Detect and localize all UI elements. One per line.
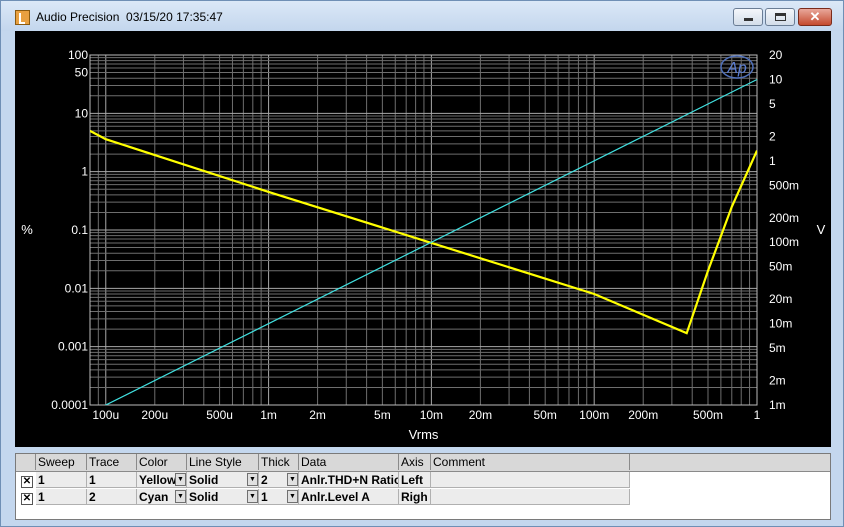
x-tick-label: 100m	[579, 408, 609, 422]
header-data[interactable]: Data	[299, 454, 399, 470]
y-right-tick-label: 10m	[769, 317, 792, 331]
trace-table[interactable]: Sweep Trace Color Line Style Thick Data …	[15, 453, 831, 520]
row2-data[interactable]: Anlr.Level A	[299, 489, 399, 505]
y-left-tick-label: 0.0001	[51, 398, 88, 412]
y-right-tick-label: 1m	[769, 398, 786, 412]
thick-dropdown-arrow-icon[interactable]: ▼	[287, 473, 298, 486]
x-tick-label: 50m	[534, 408, 557, 422]
row2-comment[interactable]	[431, 489, 630, 505]
minimize-icon	[744, 18, 753, 21]
header-axis[interactable]: Axis	[399, 454, 431, 470]
x-tick-label: 100u	[92, 408, 119, 422]
ap-logo-text: Ap	[726, 60, 747, 77]
y-right-tick-label: 500m	[769, 178, 799, 192]
row1-comment[interactable]	[431, 472, 630, 488]
y-left-tick-label: 100	[68, 48, 88, 62]
row1-axis[interactable]: Left	[399, 472, 431, 488]
y-right-tick-label: 10	[769, 72, 783, 86]
color-dropdown-arrow-icon[interactable]: ▼	[175, 490, 186, 503]
trace-2-enabled-checkbox[interactable]: ✕	[21, 493, 33, 505]
y-right-tick-label: 100m	[769, 235, 799, 249]
header-trace[interactable]: Trace	[87, 454, 137, 470]
row2-axis[interactable]: Righ	[399, 489, 431, 505]
x-tick-label: 200u	[141, 408, 168, 422]
close-button[interactable]: ✕	[798, 8, 832, 26]
header-sweep[interactable]: Sweep	[36, 454, 87, 470]
x-tick-label: 200m	[628, 408, 658, 422]
header-thick[interactable]: Thick	[259, 454, 299, 470]
y-left-tick-label: 50	[75, 66, 89, 80]
window-title: Audio Precision 03/15/20 17:35:47	[36, 10, 223, 24]
y-left-axis-title: %	[21, 222, 33, 237]
maximize-icon	[775, 13, 786, 21]
x-tick-label: 1m	[260, 408, 277, 422]
audio-precision-app-icon[interactable]	[15, 10, 30, 25]
close-icon: ✕	[809, 9, 821, 24]
header-comment[interactable]: Comment	[431, 454, 630, 470]
title-bar[interactable]: Audio Precision 03/15/20 17:35:47 ✕	[1, 1, 843, 31]
y-right-tick-label: 2m	[769, 374, 786, 388]
line-style-dropdown-arrow-icon[interactable]: ▼	[247, 473, 258, 486]
graph-panel[interactable]: 100u 200u 500u 1m 2m 5m 10m 20m 50m 100m 200m 500m 1…	[15, 31, 831, 447]
y-right-tick-label: 20	[769, 48, 783, 62]
y-right-tick-label: 5m	[769, 341, 786, 355]
x-tick-label: 5m	[374, 408, 391, 422]
y-left-tick-label: 0.01	[65, 281, 89, 295]
x-tick-label: 10m	[420, 408, 443, 422]
header-color[interactable]: Color	[137, 454, 187, 470]
x-tick-label: 20m	[469, 408, 492, 422]
thd-level-chart[interactable]: 100u 200u 500u 1m 2m 5m 10m 20m 50m 100m 200m 500m 1…	[15, 31, 831, 447]
y-right-tick-label: 50m	[769, 260, 792, 274]
y-left-tick-label: 1	[81, 165, 88, 179]
x-tick-label: 1	[754, 408, 761, 422]
y-right-axis-title: V	[817, 222, 826, 237]
line-style-dropdown-arrow-icon[interactable]: ▼	[247, 490, 258, 503]
row2-sweep[interactable]: 1	[36, 489, 87, 505]
header-spacer	[16, 454, 36, 470]
y-right-tick-label: 20m	[769, 292, 792, 306]
y-right-tick-label: 1	[769, 154, 776, 168]
app-window: Audio Precision 03/15/20 17:35:47 ✕ 100u…	[0, 0, 844, 527]
y-left-tick-label: 10	[75, 106, 89, 120]
trace-1-enabled-checkbox[interactable]: ✕	[21, 476, 33, 488]
minimize-button[interactable]	[733, 8, 763, 26]
maximize-button[interactable]	[765, 8, 795, 26]
y-right-tick-label: 2	[769, 129, 776, 143]
ap-logo: Ap	[720, 55, 754, 79]
x-tick-label: 500u	[206, 408, 233, 422]
row1-sweep[interactable]: 1	[36, 472, 87, 488]
row1-data[interactable]: Anlr.THD+N Ratio	[299, 472, 399, 488]
trace-table-header: Sweep Trace Color Line Style Thick Data …	[16, 454, 830, 472]
x-tick-label: 500m	[693, 408, 723, 422]
x-tick-label: 2m	[309, 408, 326, 422]
y-right-tick-label: 5	[769, 97, 776, 111]
thick-dropdown-arrow-icon[interactable]: ▼	[287, 490, 298, 503]
row1-trace[interactable]: 1	[87, 472, 137, 488]
header-line-style[interactable]: Line Style	[187, 454, 259, 470]
y-left-tick-label: 0.001	[58, 340, 88, 354]
color-dropdown-arrow-icon[interactable]: ▼	[175, 473, 186, 486]
y-right-tick-label: 200m	[769, 211, 799, 225]
row2-trace[interactable]: 2	[87, 489, 137, 505]
x-axis-title: Vrms	[409, 427, 439, 442]
y-left-tick-label: 0.1	[71, 223, 88, 237]
